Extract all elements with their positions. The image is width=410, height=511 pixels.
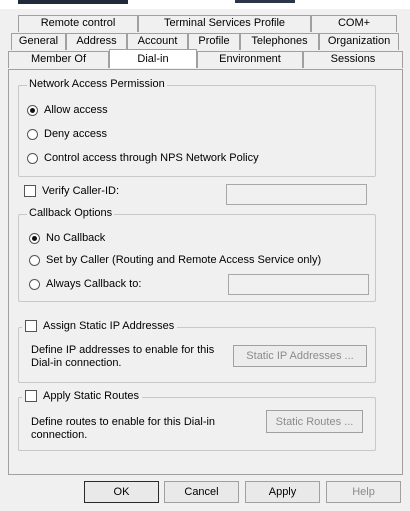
verify-caller-id-checkbox[interactable]: Verify Caller-ID: [24,185,119,197]
tab-organization[interactable]: Organization [319,33,399,50]
static-routes-description-line1: Define routes to enable for this Dial-in [31,416,216,428]
radio-deny-access[interactable]: Deny access [27,128,107,140]
checkbox[interactable] [24,185,36,197]
radio-button[interactable] [29,254,40,266]
tab-account[interactable]: Account [127,33,188,50]
radio-always-callback[interactable]: Always Callback to: [29,278,141,290]
tab-com-plus[interactable]: COM+ [311,15,397,32]
callback-options-legend: Callback Options [27,207,115,219]
tab-address[interactable]: Address [66,33,127,50]
tab-dial-in[interactable]: Dial-in [109,49,197,68]
static-ip-addresses-button[interactable]: Static IP Addresses ... [233,345,367,367]
cancel-button[interactable]: Cancel [164,481,239,503]
checkbox-label: Verify Caller-ID: [42,185,120,197]
radio-button[interactable] [27,128,38,140]
radio-label: Deny access [44,128,107,140]
static-routes-description-line2: connection. [31,429,88,441]
radio-button[interactable] [29,278,40,290]
radio-label: Always Callback to: [46,278,142,290]
radio-button-checked[interactable] [27,104,38,116]
radio-label: Allow access [44,104,108,116]
tab-remote-control[interactable]: Remote control [18,15,138,32]
checkbox-label: Assign Static IP Addresses [43,320,175,332]
tab-telephones[interactable]: Telephones [240,33,319,50]
tab-general[interactable]: General [11,33,66,50]
ok-button[interactable]: OK [84,481,159,503]
network-access-legend: Network Access Permission [27,78,167,90]
tab-environment[interactable]: Environment [197,51,303,68]
radio-no-callback[interactable]: No Callback [29,232,105,244]
title-bar-fragment [18,0,128,4]
caller-id-input[interactable] [226,184,367,205]
static-ip-description-line2: Dial-in connection. [31,357,122,369]
callback-number-input[interactable] [228,274,369,295]
tab-terminal-services-profile[interactable]: Terminal Services Profile [138,15,311,32]
tab-sessions[interactable]: Sessions [303,51,403,68]
radio-label: Control access through NPS Network Polic… [44,152,259,164]
radio-label: Set by Caller (Routing and Remote Access… [46,254,322,266]
help-button[interactable]: Help [326,481,401,503]
checkbox[interactable] [25,320,37,332]
radio-button[interactable] [27,152,38,164]
title-bar-fragment-right [235,0,295,3]
radio-button-checked[interactable] [29,232,40,244]
checkbox[interactable] [25,390,37,402]
radio-label: No Callback [46,232,106,244]
tab-profile[interactable]: Profile [188,33,240,50]
radio-control-access-nps[interactable]: Control access through NPS Network Polic… [27,152,259,164]
assign-static-ip-checkbox[interactable]: Assign Static IP Addresses [22,320,178,332]
tab-member-of[interactable]: Member Of [8,51,109,68]
radio-allow-access[interactable]: Allow access [27,104,108,116]
static-routes-button[interactable]: Static Routes ... [266,410,363,433]
checkbox-label: Apply Static Routes [43,390,139,402]
apply-button[interactable]: Apply [245,481,320,503]
apply-static-routes-checkbox[interactable]: Apply Static Routes [22,390,142,402]
static-ip-description-line1: Define IP addresses to enable for this [31,344,215,356]
radio-set-by-caller[interactable]: Set by Caller (Routing and Remote Access… [29,254,321,266]
